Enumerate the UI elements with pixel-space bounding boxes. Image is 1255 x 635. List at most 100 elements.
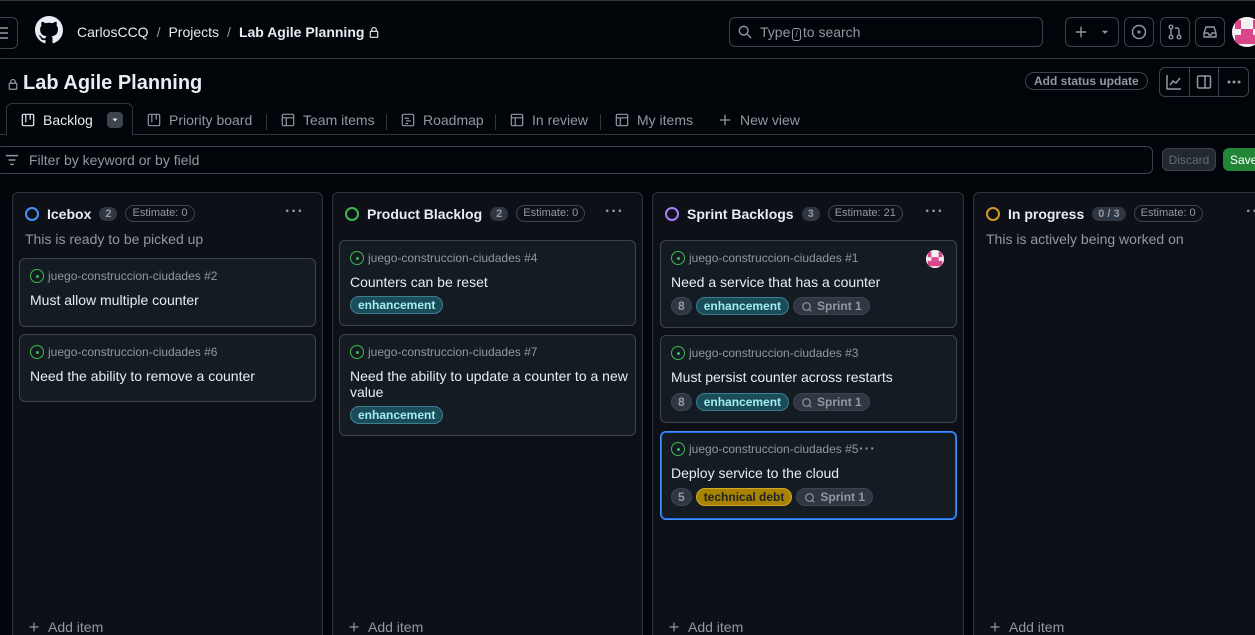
iteration-icon — [802, 301, 812, 312]
side-panel-button[interactable] — [1190, 68, 1220, 96]
tab-label: Priority board — [169, 112, 253, 128]
label-enhancement[interactable]: enhancement — [695, 297, 790, 315]
column-menu-button[interactable]: ··· — [285, 204, 304, 220]
identicon-icon — [1232, 17, 1255, 47]
add-item-label: Add item — [368, 619, 424, 635]
label-enhancement[interactable]: enhancement — [695, 393, 790, 411]
inbox-icon — [1203, 26, 1217, 38]
issue-card[interactable]: juego-construccion-ciudades #1 Need a se… — [660, 240, 957, 328]
card-repo: juego-construccion-ciudades #3 — [671, 346, 858, 360]
card-repo-text: juego-construccion-ciudades #6 — [48, 345, 218, 359]
issue-opened-icon — [30, 269, 44, 283]
column-menu-button[interactable]: ··· — [1246, 204, 1255, 220]
tab-divider — [600, 114, 601, 130]
github-logo-icon[interactable] — [35, 16, 63, 44]
label-technical-debt[interactable]: technical debt — [695, 488, 793, 506]
breadcrumb-projects[interactable]: Projects — [168, 23, 219, 41]
tab-priority-board[interactable]: Priority board — [147, 109, 252, 131]
card-title[interactable]: Deploy service to the cloud — [671, 465, 839, 481]
tab-label: Roadmap — [423, 112, 484, 128]
add-item-label: Add item — [1009, 619, 1065, 635]
insights-button[interactable] — [1160, 68, 1190, 96]
card-title[interactable]: Need the ability to remove a counter — [30, 368, 255, 384]
add-item-label: Add item — [48, 619, 104, 635]
breadcrumb-project[interactable]: Lab Agile Planning — [239, 23, 365, 41]
search-input[interactable]: Type / to search — [729, 17, 1043, 47]
issue-card-selected[interactable]: juego-construccion-ciudades #5 ··· Deplo… — [660, 431, 957, 520]
new-view-button[interactable]: New view — [718, 109, 800, 131]
tab-label: New view — [740, 112, 800, 128]
card-title[interactable]: Must allow multiple counter — [30, 292, 199, 308]
iteration-field[interactable]: Sprint 1 — [796, 488, 874, 506]
add-status-update-button[interactable]: Add status update — [1025, 72, 1148, 90]
card-title[interactable]: Counters can be reset — [350, 274, 488, 290]
issue-card[interactable]: juego-construccion-ciudades #7 Need the … — [339, 334, 636, 436]
view-options-dropdown[interactable] — [106, 111, 123, 128]
identicon-icon — [926, 250, 944, 268]
tab-in-review[interactable]: In review — [510, 109, 588, 131]
search-placeholder-start: Type — [760, 23, 791, 40]
project-title: Lab Agile Planning — [7, 72, 202, 95]
card-title[interactable]: Must persist counter across restarts — [671, 369, 893, 385]
issue-opened-icon — [671, 251, 685, 265]
tab-label: Backlog — [43, 111, 93, 128]
issue-card[interactable]: juego-construccion-ciudades #2 Must allo… — [19, 258, 316, 327]
add-item-button[interactable]: Add item — [668, 619, 743, 635]
hamburger-menu-button[interactable] — [0, 17, 18, 49]
column-description: This is actively being worked on — [986, 231, 1184, 247]
breadcrumb: CarlosCCQ / Projects / Lab Agile Plannin… — [77, 23, 380, 41]
chevron-down-icon — [1101, 30, 1109, 34]
more-options-button[interactable] — [1219, 68, 1248, 96]
label-enhancement[interactable]: enhancement — [350, 296, 444, 314]
discard-button[interactable]: Discard — [1162, 148, 1216, 171]
filter-input[interactable]: Filter by keyword or by field — [0, 146, 1153, 174]
iteration-field[interactable]: Sprint 1 — [793, 393, 870, 411]
card-title[interactable]: Need a service that has a counter — [671, 274, 880, 290]
pull-requests-button[interactable] — [1160, 17, 1190, 47]
column-title: Product Blacklog — [367, 205, 483, 222]
column-menu-button[interactable]: ··· — [925, 204, 944, 220]
column-title: Icebox — [47, 205, 92, 222]
inbox-button[interactable] — [1195, 17, 1225, 47]
column-title: Sprint Backlogs — [687, 205, 794, 222]
assignee-avatar[interactable] — [926, 250, 944, 268]
issue-card[interactable]: juego-construccion-ciudades #4 Counters … — [339, 240, 636, 326]
card-repo-text: juego-construccion-ciudades #3 — [689, 346, 859, 360]
tab-my-items[interactable]: My items — [615, 109, 693, 131]
board: Icebox 2 Estimate: 0 ··· This is ready t… — [0, 175, 1255, 635]
card-title[interactable]: Need the ability to update a counter to … — [350, 368, 628, 400]
label-enhancement[interactable]: enhancement — [350, 406, 444, 424]
lock-icon — [370, 26, 379, 38]
add-item-button[interactable]: Add item — [348, 619, 423, 635]
graph-icon — [1166, 75, 1182, 90]
item-count: 0 / 3 — [1092, 206, 1126, 221]
issues-button[interactable] — [1124, 17, 1154, 47]
card-labels: enhancement — [350, 296, 444, 314]
column-header: Sprint Backlogs 3 Estimate: 21 — [665, 205, 903, 222]
status-circle-icon — [345, 206, 359, 221]
item-count: 2 — [490, 206, 509, 221]
card-repo: juego-construccion-ciudades #6 — [30, 345, 217, 359]
breadcrumb-owner[interactable]: CarlosCCQ — [77, 23, 149, 41]
issue-card[interactable]: juego-construccion-ciudades #6 Need the … — [19, 334, 316, 402]
status-circle-icon — [665, 206, 679, 221]
user-avatar[interactable] — [1232, 17, 1255, 47]
save-button[interactable]: Save — [1223, 148, 1255, 171]
create-new-button[interactable] — [1065, 17, 1119, 47]
issue-card[interactable]: juego-construccion-ciudades #3 Must pers… — [660, 335, 957, 423]
tab-team-items[interactable]: Team items — [281, 109, 375, 131]
column-menu-button[interactable]: ··· — [605, 204, 624, 220]
card-menu-button[interactable]: ··· — [859, 440, 876, 456]
card-title-line: Need the ability to update a counter to … — [350, 368, 628, 384]
table-icon — [615, 113, 629, 127]
table-icon — [281, 113, 295, 127]
tab-divider — [495, 114, 496, 130]
add-item-label: Add item — [688, 619, 744, 635]
tab-backlog[interactable]: Backlog — [6, 103, 133, 136]
add-item-button[interactable]: Add item — [989, 619, 1064, 635]
column-icebox: Icebox 2 Estimate: 0 ··· This is ready t… — [12, 192, 323, 635]
tab-roadmap[interactable]: Roadmap — [401, 109, 484, 131]
status-circle-icon — [986, 206, 1000, 221]
iteration-field[interactable]: Sprint 1 — [793, 297, 870, 315]
add-item-button[interactable]: Add item — [28, 619, 103, 635]
